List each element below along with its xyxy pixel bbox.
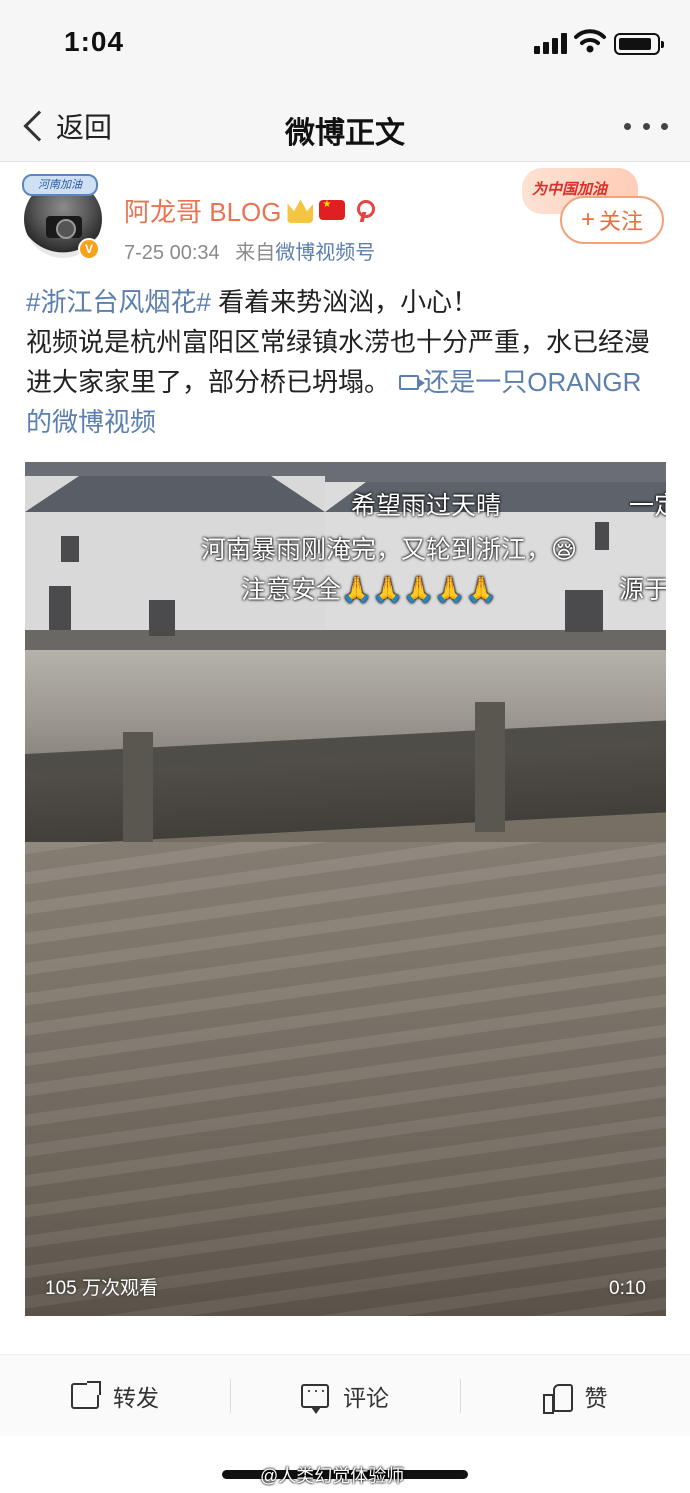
video-scene-post — [475, 702, 505, 832]
status-bar: 1:04 — [0, 0, 690, 90]
ribbon-icon[interactable] — [351, 198, 376, 222]
action-bar: 转发 评论 赞 — [0, 1354, 690, 1436]
post-source[interactable]: 微博视频号 — [275, 242, 375, 264]
wifi-icon — [574, 29, 606, 53]
status-time: 1:04 — [64, 26, 125, 57]
video-caption: 源于 — [619, 576, 666, 604]
repost-icon — [71, 1380, 101, 1409]
follow-label: 关注 — [599, 209, 644, 234]
video-view-count: 105 万次观看 — [45, 1278, 158, 1299]
post-text-line1: 看着来势汹汹，小心！ — [210, 287, 479, 317]
repost-label: 转发 — [113, 1384, 159, 1411]
video-link-icon — [399, 375, 426, 390]
username[interactable]: 阿龙哥 BLOG — [124, 192, 281, 229]
crown-icon[interactable] — [287, 199, 314, 223]
source-prefix: 来自 — [235, 242, 276, 264]
china-flag-icon[interactable] — [319, 199, 346, 220]
page-title: 微博正文 — [285, 117, 405, 150]
post-timestamp: 7-25 00:34 — [124, 242, 220, 264]
post-text: #浙江台风烟花# 看着来势汹汹，小心！ 视频说是杭州富阳区常绿镇水涝也十分严重，… — [26, 282, 666, 442]
like-label: 赞 — [584, 1384, 608, 1411]
video-player[interactable]: 希望雨过天晴 一定 河南暴雨刚淹完，又轮到浙江，😪 注意安全🙏🙏🙏🙏🙏 源于 1… — [25, 462, 666, 1316]
video-scene-railing — [25, 630, 666, 652]
comment-button[interactable]: 评论 — [230, 1355, 460, 1436]
verified-badge-icon: V — [78, 238, 100, 260]
cellular-signal-icon — [534, 32, 568, 54]
like-button[interactable]: 赞 — [460, 1355, 690, 1436]
repost-button[interactable]: 转发 — [0, 1355, 230, 1436]
avatar[interactable]: 河南加油 V — [22, 174, 106, 264]
video-caption: 一定 — [629, 492, 666, 520]
hashtag-link[interactable]: #浙江台风烟花# — [26, 287, 211, 317]
avatar-frame-banner: 河南加油 — [22, 174, 98, 196]
post-meta: 7-25 00:34 来自微博视频号 — [124, 236, 375, 265]
thumbs-up-icon — [542, 1382, 573, 1414]
comment-label: 评论 — [343, 1384, 389, 1411]
video-caption: 河南暴雨刚淹完，又轮到浙江，😪 — [201, 536, 578, 564]
camera-icon — [46, 216, 82, 239]
username-row: 阿龙哥 BLOG — [124, 192, 376, 229]
video-caption: 希望雨过天晴 — [351, 492, 502, 520]
plus-icon: + — [580, 206, 595, 233]
follow-button[interactable]: + 关注 — [560, 196, 664, 244]
nav-bar: 返回 微博正文 — [0, 90, 690, 162]
battery-icon — [614, 33, 664, 55]
video-caption: 注意安全🙏🙏🙏🙏🙏 — [241, 576, 497, 604]
video-scene-water — [25, 842, 666, 1316]
comment-icon — [301, 1380, 329, 1414]
video-duration: 0:10 — [609, 1278, 646, 1299]
more-options-icon[interactable] — [624, 118, 668, 134]
watermark: @人类幻觉体验师 — [260, 1466, 405, 1486]
